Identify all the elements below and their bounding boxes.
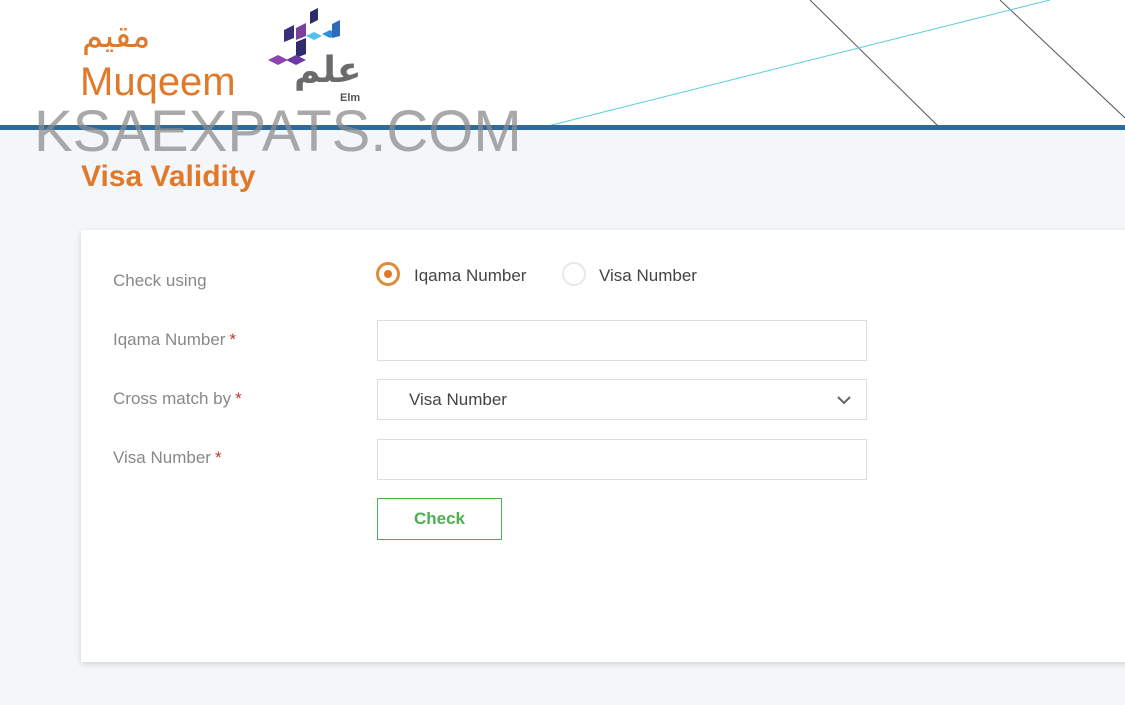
cross-match-label: Cross match by * <box>113 389 242 408</box>
radio-visa-number[interactable] <box>562 262 586 286</box>
iqama-number-label: Iqama Number * <box>113 330 237 349</box>
muqeem-logo-arabic: مقيم <box>82 16 151 56</box>
page-title: Visa Validity <box>81 160 256 193</box>
required-mark: * <box>229 330 237 349</box>
cross-match-value: Visa Number <box>409 389 507 409</box>
elm-logo-arabic: علم <box>294 50 362 91</box>
required-mark: * <box>214 448 222 467</box>
visa-validity-form: Check using Iqama Number Visa Number Iqa… <box>81 230 1125 662</box>
watermark: KSAEXPATS.COM <box>34 99 522 164</box>
radio-iqama-number[interactable] <box>376 262 400 286</box>
radio-visa-label[interactable]: Visa Number <box>599 266 697 286</box>
check-using-label: Check using <box>113 271 207 290</box>
cross-match-select[interactable]: Visa Number <box>377 379 867 420</box>
radio-iqama-label[interactable]: Iqama Number <box>414 266 526 286</box>
visa-number-input[interactable] <box>377 439 867 480</box>
visa-number-label: Visa Number * <box>113 448 222 467</box>
iqama-number-input[interactable] <box>377 320 867 361</box>
check-button[interactable]: Check <box>377 498 502 540</box>
chevron-down-icon <box>837 396 851 405</box>
required-mark: * <box>235 389 242 408</box>
